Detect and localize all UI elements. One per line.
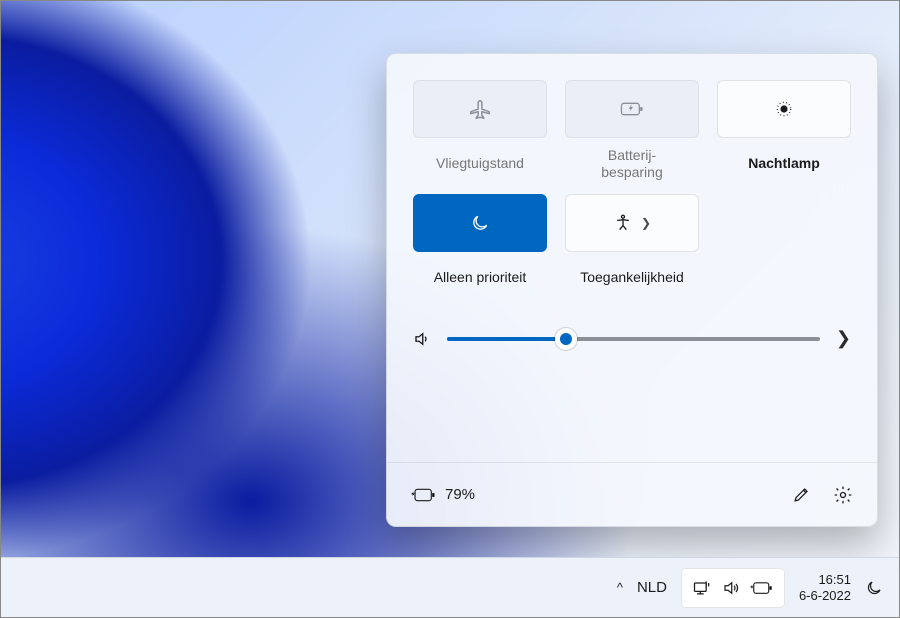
airplane-icon bbox=[469, 98, 491, 120]
quick-settings-panel: Vliegtuigstand Batterij- besparing bbox=[386, 53, 878, 527]
battery-tray-icon bbox=[750, 581, 774, 595]
taskbar-clock[interactable]: 16:51 6-6-2022 bbox=[799, 572, 851, 603]
tile-night-light: Nachtlamp bbox=[717, 80, 851, 182]
battery-charging-icon bbox=[411, 487, 437, 503]
volume-expand-chevron[interactable]: ❯ bbox=[836, 328, 851, 349]
taskbar: ^ NLD 16:51 6-6-2022 bbox=[1, 557, 899, 617]
volume-slider-fill bbox=[447, 337, 566, 341]
accessibility-button[interactable]: ❯ bbox=[565, 194, 699, 252]
edit-button[interactable] bbox=[792, 485, 811, 505]
network-icon bbox=[692, 579, 712, 597]
tile-label: Toegankelijkheid bbox=[580, 260, 684, 296]
tile-airplane-mode: Vliegtuigstand bbox=[413, 80, 547, 182]
clock-time: 16:51 bbox=[799, 572, 851, 588]
focus-assist-tray-icon[interactable] bbox=[865, 579, 883, 597]
tray-overflow-chevron[interactable]: ^ bbox=[617, 580, 623, 595]
volume-slider-thumb[interactable] bbox=[555, 328, 577, 350]
footer-actions bbox=[792, 485, 853, 505]
night-light-icon bbox=[774, 99, 794, 119]
battery-saver-icon bbox=[619, 100, 645, 118]
priority-only-button[interactable] bbox=[413, 194, 547, 252]
settings-button[interactable] bbox=[833, 485, 853, 505]
tile-label: Batterij- besparing bbox=[601, 146, 663, 182]
quick-setting-tiles: Vliegtuigstand Batterij- besparing bbox=[387, 54, 877, 296]
chevron-right-icon: ❯ bbox=[641, 216, 651, 230]
tile-label: Nachtlamp bbox=[748, 146, 820, 182]
input-language[interactable]: NLD bbox=[637, 579, 667, 596]
airplane-mode-button[interactable] bbox=[413, 80, 547, 138]
battery-saver-button[interactable] bbox=[565, 80, 699, 138]
speaker-icon[interactable] bbox=[413, 330, 431, 348]
accessibility-icon bbox=[613, 213, 633, 233]
panel-footer: 79% bbox=[387, 462, 877, 526]
tile-priority-only: Alleen prioriteit bbox=[413, 194, 547, 296]
moon-icon bbox=[470, 213, 490, 233]
battery-percent-text: 79% bbox=[445, 486, 475, 503]
tile-label: Alleen prioriteit bbox=[434, 260, 527, 296]
clock-date: 6-6-2022 bbox=[799, 588, 851, 604]
volume-row: ❯ bbox=[387, 328, 877, 349]
night-light-button[interactable] bbox=[717, 80, 851, 138]
tile-battery-saver: Batterij- besparing bbox=[565, 80, 699, 182]
battery-status[interactable]: 79% bbox=[411, 486, 475, 503]
system-tray[interactable] bbox=[681, 568, 785, 608]
speaker-tray-icon bbox=[722, 579, 740, 597]
volume-slider[interactable] bbox=[447, 337, 820, 341]
tile-accessibility: ❯ Toegankelijkheid bbox=[565, 194, 699, 296]
tile-label: Vliegtuigstand bbox=[436, 146, 524, 182]
